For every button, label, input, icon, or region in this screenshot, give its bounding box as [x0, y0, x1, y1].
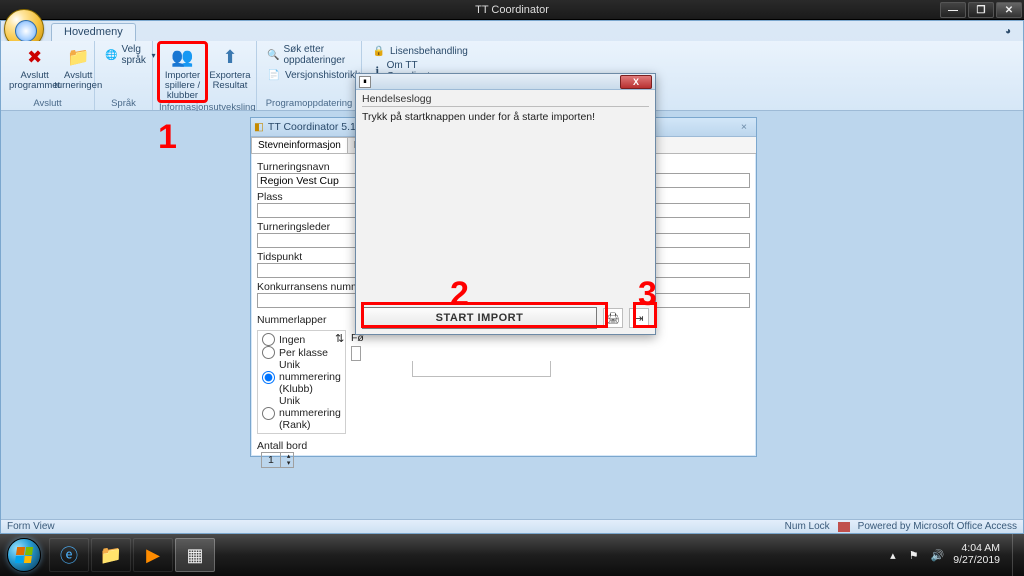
pin-button[interactable]: × [735, 121, 753, 133]
radio-ingen[interactable]: Ingen [262, 333, 341, 346]
dialog-icon: ∎ [359, 76, 371, 88]
lock-icon: 🔒 [372, 44, 386, 58]
dialog-close-button[interactable]: X [620, 75, 652, 89]
export-results-button[interactable]: ⬆ Exportera Resultat [210, 43, 250, 91]
access-statusbar: Form View Num Lock Powered by Microsoft … [1, 519, 1023, 533]
close-x-icon: ✖ [23, 45, 47, 69]
import-players-clubs-button[interactable]: 👥 Importer spillere / klubber [159, 43, 206, 101]
start-button[interactable] [0, 534, 48, 576]
upload-icon: ⬆ [218, 45, 242, 69]
hendelseslogg-label: Hendelseslogg [362, 93, 649, 105]
tab-stevneinformasjon[interactable]: Stevneinformasjon [251, 137, 348, 153]
taskbar-explorer[interactable]: 📁 [91, 538, 131, 572]
tray-flag-icon[interactable]: ⚑ [906, 549, 922, 562]
taskbar-ie[interactable]: ⓔ [49, 538, 89, 572]
taskbar-app[interactable]: ▦ [175, 538, 215, 572]
start-import-label: START IMPORT [436, 312, 524, 324]
statusbar-view: Form View [7, 521, 55, 532]
window-maximize-button[interactable]: ❐ [968, 2, 994, 18]
import-players-label: Importer spillere / klubber [161, 71, 204, 101]
document-icon: 📄 [267, 68, 281, 82]
people-icon: 👥 [171, 45, 195, 69]
choose-language-label: Velg språk [121, 44, 147, 66]
group-label: Språk [101, 97, 146, 110]
radio-label: Ingen [279, 334, 305, 346]
tray-volume-icon[interactable]: 🔊 [928, 549, 948, 562]
tray-clock[interactable]: 4:04 AM 9/27/2019 [953, 543, 1002, 566]
group-label: Programoppdatering [263, 97, 355, 110]
partial-covered-input[interactable] [412, 361, 551, 377]
tab-label: Stevneinformasjon [258, 140, 341, 151]
app-window-icon: ▦ [186, 545, 203, 566]
dialog-message: Trykk på startknappen under for å starte… [362, 111, 649, 303]
window-close-button[interactable]: ✕ [996, 2, 1022, 18]
version-history-button[interactable]: 📄 Versjonshistorikk [263, 67, 364, 83]
media-icon: ▶ [146, 545, 160, 566]
close-tournament-button[interactable]: 📁 Avslutt turneringen [56, 43, 100, 91]
export-results-label: Exportera Resultat [209, 71, 250, 91]
version-history-label: Versjonshistorikk [285, 70, 360, 81]
taskbar-media[interactable]: ▶ [133, 538, 173, 572]
annotation-3: 3 [638, 277, 657, 311]
os-window-titlebar: TT Coordinator — ❐ ✕ [0, 0, 1024, 20]
windows-taskbar: ⓔ 📁 ▶ ▦ ▴ ⚑ 🔊 4:04 AM 9/27/2019 [0, 534, 1024, 576]
printer-icon: 🖨 [606, 312, 620, 325]
access-icon [838, 522, 850, 532]
annotation-2: 2 [450, 277, 469, 311]
window-title: TT Coordinator [475, 4, 549, 16]
ribbon-group-import: 👥 Importer spillere / klubber ⬆ Exporter… [153, 41, 257, 110]
ribbon-tab-label: Hovedmeny [64, 26, 123, 38]
exit-icon: ⇥ [634, 312, 643, 325]
license-manage-label: Lisensbehandling [390, 46, 468, 57]
window-minimize-button[interactable]: — [940, 2, 966, 18]
nummerlapper-radio-group: Ingen Per klasse Unik nummerering (Klubb… [257, 330, 346, 434]
ribbon-group-update: 🔍 Søk etter oppdateringer 📄 Versjonshist… [257, 41, 362, 110]
fo-input[interactable] [351, 346, 361, 361]
sort-icon[interactable]: ⇅ [335, 332, 344, 345]
statusbar-powered: Powered by Microsoft Office Access [858, 521, 1017, 532]
group-label: Avslutt [7, 97, 88, 110]
radio-label: Unik nummerering (Rank) [279, 395, 341, 431]
print-button[interactable]: 🖨 [603, 308, 623, 328]
folder-icon: 📁 [100, 545, 122, 566]
choose-language-button[interactable]: 🌐 Velg språk ▾ [101, 43, 159, 67]
radio-per-klasse[interactable]: Per klasse [262, 346, 341, 359]
antall-bord-label: Antall bord [257, 440, 307, 452]
close-app-label: Avslutt programmet [9, 71, 60, 91]
antall-bord-value: 1 [262, 454, 280, 466]
antall-bord-spinner[interactable]: 1 ▴▾ [261, 452, 294, 468]
ribbon-group-avslutt: ✖ Avslutt programmet 📁 Avslutt turnering… [1, 41, 95, 110]
start-import-button[interactable]: START IMPORT [362, 307, 597, 329]
ribbon-tab-hovedmeny[interactable]: Hovedmeny [51, 23, 136, 41]
ie-icon: ⓔ [60, 542, 78, 568]
globe-icon: 🌐 [105, 48, 117, 62]
ribbon-help-button[interactable]: ◕ [1001, 26, 1015, 40]
radio-label: Unik nummerering (Klubb) [279, 359, 341, 395]
license-manage-button[interactable]: 🔒 Lisensbehandling [368, 43, 472, 59]
import-dialog: ∎ X Hendelseslogg Trykk på startknappen … [355, 73, 656, 335]
folder-icon: 📁 [66, 45, 90, 69]
window-icon: ◧ [254, 121, 264, 133]
tray-overflow[interactable]: ▴ [886, 549, 900, 562]
radio-unik-klubb[interactable]: Unik nummerering (Klubb) [262, 359, 341, 395]
divider [362, 106, 649, 107]
tray-date: 9/27/2019 [953, 555, 1000, 567]
ribbon-group-sprak: 🌐 Velg språk ▾ Språk [95, 41, 153, 110]
radio-unik-rank[interactable]: Unik nummerering (Rank) [262, 395, 341, 431]
search-icon: 🔍 [267, 48, 279, 62]
radio-label: Per klasse [279, 347, 328, 359]
check-updates-button[interactable]: 🔍 Søk etter oppdateringer [263, 43, 355, 67]
spinner-buttons-icon[interactable]: ▴▾ [280, 453, 293, 467]
statusbar-numlock: Num Lock [785, 521, 830, 532]
show-desktop-button[interactable] [1012, 534, 1022, 576]
check-updates-label: Søk etter oppdateringer [283, 44, 351, 66]
annotation-1: 1 [158, 120, 177, 154]
dialog-titlebar[interactable]: ∎ X [356, 74, 655, 90]
